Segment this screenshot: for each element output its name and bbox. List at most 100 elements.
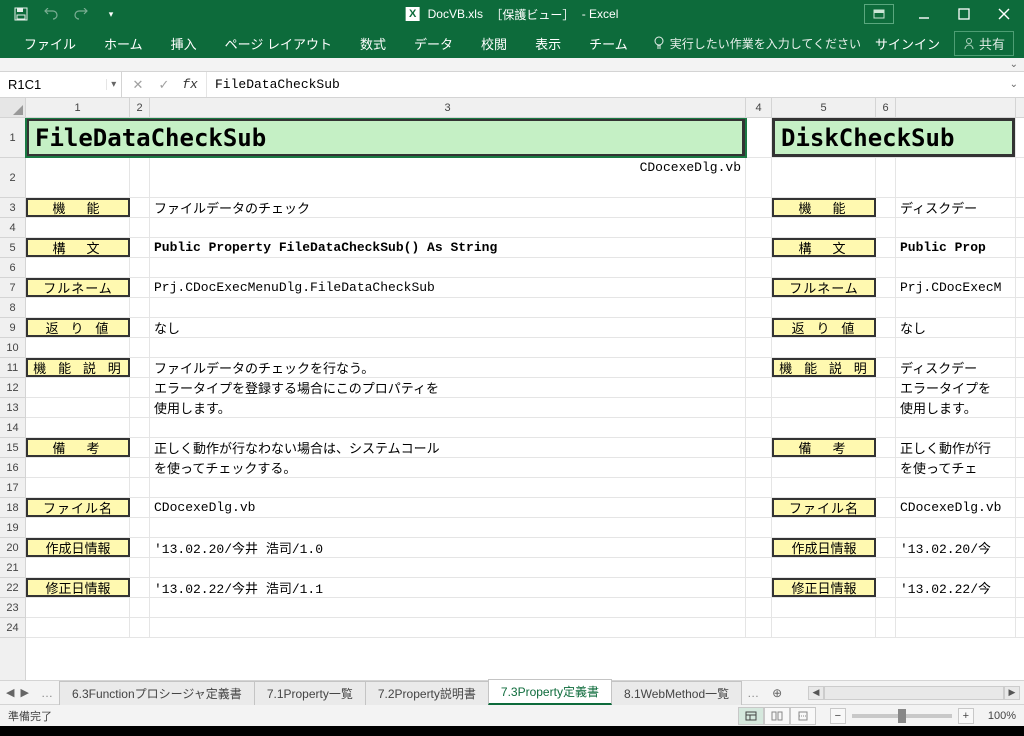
enter-formula[interactable]: ✓ — [154, 77, 174, 93]
value-setsumei2[interactable]: エラータイプを登録する場合にこのプロパティを — [150, 378, 746, 397]
cell[interactable] — [772, 158, 876, 197]
new-sheet-button[interactable]: ⊕ — [765, 681, 789, 704]
label-modified-r[interactable]: 修正日情報 — [772, 578, 876, 597]
h-scrollbar[interactable]: ◀ ▶ — [789, 681, 1024, 704]
value-setsumei3-r[interactable]: 使用します。 — [896, 398, 1016, 417]
row-header[interactable]: 2 — [0, 158, 25, 198]
cell[interactable] — [876, 458, 896, 477]
sheet-tab[interactable]: 7.1Property一覧 — [254, 681, 366, 705]
row-header[interactable]: 1 — [0, 118, 25, 158]
cell[interactable] — [746, 218, 772, 237]
cell[interactable] — [896, 558, 1016, 577]
cell[interactable] — [26, 158, 130, 197]
cell[interactable] — [746, 378, 772, 397]
sheet-tab-active[interactable]: 7.3Property定義書 — [488, 679, 612, 705]
value-setsumei1-r[interactable]: ディスクデー — [896, 358, 1016, 377]
cell[interactable] — [130, 278, 150, 297]
cell[interactable] — [876, 518, 896, 537]
col-header[interactable]: 6 — [876, 98, 896, 117]
cell[interactable] — [876, 618, 896, 637]
col-header[interactable]: 3 — [150, 98, 746, 117]
label-kinou-r[interactable]: 機 能 — [772, 198, 876, 217]
row-header[interactable]: 11 — [0, 358, 25, 378]
cell[interactable] — [772, 598, 876, 617]
cell[interactable] — [746, 238, 772, 257]
cell[interactable] — [876, 158, 896, 197]
cell[interactable] — [772, 478, 876, 497]
value-modified-r[interactable]: '13.02.22/今 — [896, 578, 1016, 597]
cell[interactable] — [876, 578, 896, 597]
value-setsumei1[interactable]: ファイルデータのチェックを行なう。 — [150, 358, 746, 377]
cell[interactable] — [130, 418, 150, 437]
cell[interactable] — [746, 518, 772, 537]
col-header[interactable]: 4 — [746, 98, 772, 117]
tab-data[interactable]: データ — [400, 28, 467, 58]
tab-home[interactable]: ホーム — [90, 28, 157, 58]
undo-button[interactable] — [38, 3, 64, 25]
cell[interactable] — [746, 298, 772, 317]
row-header[interactable]: 17 — [0, 478, 25, 498]
cell[interactable] — [26, 618, 130, 637]
row-header[interactable]: 13 — [0, 398, 25, 418]
sheet-tab[interactable]: 6.3Functionプロシージャ定義書 — [59, 681, 255, 705]
value-fullname[interactable]: Prj.CDocExecMenuDlg.FileDataCheckSub — [150, 278, 746, 297]
label-filename[interactable]: ファイル名 — [26, 498, 130, 517]
share-button[interactable]: 共有 — [954, 31, 1014, 56]
cell[interactable] — [130, 618, 150, 637]
col-header[interactable]: 1 — [26, 98, 130, 117]
value-bikou1-r[interactable]: 正しく動作が行 — [896, 438, 1016, 457]
label-modified[interactable]: 修正日情報 — [26, 578, 130, 597]
tab-formulas[interactable]: 数式 — [346, 28, 400, 58]
formula-input[interactable]: FileDataCheckSub ⌄ — [207, 72, 1024, 97]
label-created-r[interactable]: 作成日情報 — [772, 538, 876, 557]
cell[interactable] — [26, 218, 130, 237]
cell[interactable] — [130, 158, 150, 197]
row-header[interactable]: 12 — [0, 378, 25, 398]
label-koubun-r[interactable]: 構 文 — [772, 238, 876, 257]
row-header[interactable]: 16 — [0, 458, 25, 478]
tell-me[interactable]: 実行したい作業を入力してください — [652, 35, 861, 52]
cell[interactable] — [130, 538, 150, 557]
cell[interactable] — [772, 258, 876, 277]
cell[interactable] — [876, 418, 896, 437]
cell[interactable] — [876, 378, 896, 397]
cell[interactable] — [26, 598, 130, 617]
tab-view[interactable]: 表示 — [521, 28, 575, 58]
label-fullname[interactable]: フルネーム — [26, 278, 130, 297]
sheet-tab[interactable]: 8.1WebMethod一覧 — [611, 681, 742, 705]
cell[interactable] — [746, 198, 772, 217]
scroll-left[interactable]: ◀ — [808, 686, 824, 700]
value-fullname-r[interactable]: Prj.CDocExecM — [896, 278, 1016, 297]
cell[interactable] — [746, 498, 772, 517]
cell[interactable] — [746, 318, 772, 337]
cell[interactable] — [772, 558, 876, 577]
value-return[interactable]: なし — [150, 318, 746, 337]
cell[interactable] — [130, 378, 150, 397]
cell-srcfile[interactable]: CDocexeDlg.vb — [150, 158, 746, 197]
cell[interactable] — [130, 218, 150, 237]
ribbon-display-options[interactable] — [864, 4, 894, 24]
cell[interactable] — [876, 358, 896, 377]
qat-customize[interactable]: ▾ — [98, 3, 124, 25]
label-return[interactable]: 返 り 値 — [26, 318, 130, 337]
cell[interactable] — [130, 198, 150, 217]
sheet-more-right[interactable]: … — [741, 681, 765, 704]
cell[interactable] — [130, 398, 150, 417]
cell[interactable] — [130, 358, 150, 377]
value-modified[interactable]: '13.02.22/今井 浩司/1.1 — [150, 578, 746, 597]
cell[interactable] — [896, 418, 1016, 437]
cell[interactable] — [746, 398, 772, 417]
cell[interactable] — [130, 238, 150, 257]
cell[interactable] — [876, 298, 896, 317]
cancel-formula[interactable]: ✕ — [128, 77, 148, 93]
row-header[interactable]: 9 — [0, 318, 25, 338]
cell[interactable] — [746, 538, 772, 557]
sheet-prev[interactable]: ◀ — [6, 686, 14, 699]
cell[interactable] — [772, 378, 876, 397]
cell[interactable] — [896, 338, 1016, 357]
cell-heading-left[interactable]: FileDataCheckSub — [26, 118, 746, 157]
cell[interactable] — [746, 478, 772, 497]
value-filename-r[interactable]: CDocexeDlg.vb — [896, 498, 1016, 517]
scroll-right[interactable]: ▶ — [1004, 686, 1020, 700]
cell[interactable] — [130, 598, 150, 617]
